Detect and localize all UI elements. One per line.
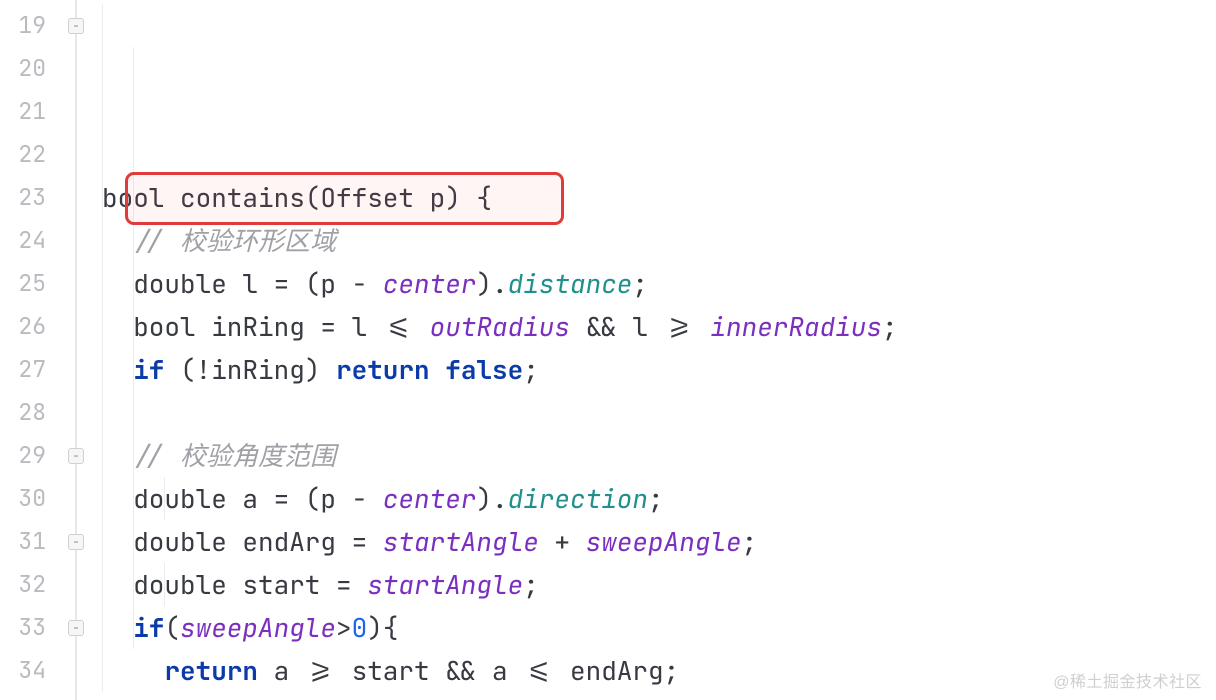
line-number: 20 (0, 47, 60, 90)
code-token: center (383, 481, 477, 516)
line-number: 26 (0, 305, 60, 348)
line-number: 33 (0, 606, 60, 649)
fold-row: − (60, 520, 93, 563)
code-line[interactable]: if (!inRing) return false; (102, 348, 1216, 391)
code-token: double l = (p - (133, 266, 383, 301)
line-number: 25 (0, 262, 60, 305)
code-token: sweepAngle (180, 610, 336, 645)
code-area[interactable]: bool contains(Offset p) { // 校验环形区域 double… (94, 0, 1216, 700)
fold-row (60, 176, 93, 219)
code-token: return (164, 653, 258, 688)
code-token: ; (523, 567, 539, 602)
fold-row (60, 219, 93, 262)
fold-row (60, 563, 93, 606)
code-line[interactable]: bool inRing = l <= outRadius && l >= inn… (102, 305, 1216, 348)
code-token: } (133, 696, 149, 700)
code-token: ; (742, 524, 758, 559)
fold-row (60, 47, 93, 90)
line-number: 28 (0, 391, 60, 434)
line-number: 22 (0, 133, 60, 176)
code-token: distance (508, 266, 633, 301)
code-token: ){ (367, 610, 398, 645)
line-number: 21 (0, 90, 60, 133)
code-token: + (539, 524, 586, 559)
code-line[interactable]: return a >= start && a <= endArg; (102, 649, 1216, 692)
fold-handle-icon[interactable]: − (68, 534, 84, 550)
code-token: outRadius (430, 309, 570, 344)
code-token: // 校验角度范围 (133, 438, 336, 473)
code-token: bool inRing = l <= (133, 309, 429, 344)
line-number: 27 (0, 348, 60, 391)
line-number: 30 (0, 477, 60, 520)
code-token: startAngle (383, 524, 539, 559)
code-token: ( (164, 610, 180, 645)
code-token: false (445, 352, 523, 387)
line-number: 19 (0, 4, 60, 47)
code-token: else (149, 696, 211, 700)
code-token: double endArg = (133, 524, 383, 559)
code-token: (!inRing) (164, 352, 336, 387)
code-token: // 校验环形区域 (133, 223, 336, 258)
code-token: sweepAngle (586, 524, 742, 559)
fold-row: − (60, 606, 93, 649)
code-token: double start = (133, 567, 367, 602)
code-token: ; (648, 481, 664, 516)
line-number: 34 (0, 649, 60, 692)
fold-handle-open-icon[interactable]: − (68, 18, 84, 34)
code-token (430, 352, 446, 387)
fold-row (60, 477, 93, 520)
fold-row (60, 262, 93, 305)
code-token: return (336, 352, 430, 387)
fold-row: − (60, 434, 93, 477)
code-line[interactable]: double endArg = startAngle + sweepAngle; (102, 520, 1216, 563)
code-token: ). (476, 481, 507, 516)
fold-row: − (60, 4, 93, 47)
code-line[interactable]: // 校验角度范围 (102, 434, 1216, 477)
fold-handle-icon[interactable]: − (68, 620, 84, 636)
code-line[interactable]: if(sweepAngle>0){ (102, 606, 1216, 649)
code-token: && l >= (570, 309, 710, 344)
code-token: if (133, 610, 164, 645)
line-number-gutter: 19202122232425262728293031323334 (0, 0, 60, 700)
code-token: ). (476, 266, 507, 301)
code-token: { (211, 696, 227, 700)
code-token: ; (882, 309, 898, 344)
code-token: > (336, 610, 352, 645)
code-token: 0 (352, 610, 368, 645)
fold-row (60, 90, 93, 133)
code-token: startAngle (367, 567, 523, 602)
line-number: 24 (0, 219, 60, 262)
code-token: bool contains(Offset p) { (102, 180, 492, 215)
line-number: 31 (0, 520, 60, 563)
code-token: ; (632, 266, 648, 301)
code-line[interactable]: }else{ (102, 692, 1216, 700)
code-line[interactable]: // 校验环形区域 (102, 219, 1216, 262)
code-line[interactable]: double a = (p - center).direction; (102, 477, 1216, 520)
fold-row (60, 391, 93, 434)
code-token: a >= start && a <= endArg; (258, 653, 679, 688)
code-token: if (133, 352, 164, 387)
fold-column: − − − − (60, 0, 94, 700)
code-line[interactable]: double start = startAngle; (102, 563, 1216, 606)
fold-row (60, 305, 93, 348)
code-token: double a = (p - (133, 481, 383, 516)
line-number: 23 (0, 176, 60, 219)
code-line[interactable] (102, 391, 1216, 434)
code-token: center (383, 266, 477, 301)
fold-handle-icon[interactable]: − (68, 448, 84, 464)
line-number: 32 (0, 563, 60, 606)
code-token: ; (523, 352, 539, 387)
fold-row (60, 348, 93, 391)
code-token: direction (508, 481, 648, 516)
code-editor: 19202122232425262728293031323334 − − − − bo… (0, 0, 1216, 700)
fold-row (60, 649, 93, 692)
code-line[interactable]: double l = (p - center).distance; (102, 262, 1216, 305)
fold-row (60, 133, 93, 176)
line-number: 29 (0, 434, 60, 477)
code-line[interactable]: bool contains(Offset p) { (102, 176, 1216, 219)
code-token: innerRadius (710, 309, 882, 344)
